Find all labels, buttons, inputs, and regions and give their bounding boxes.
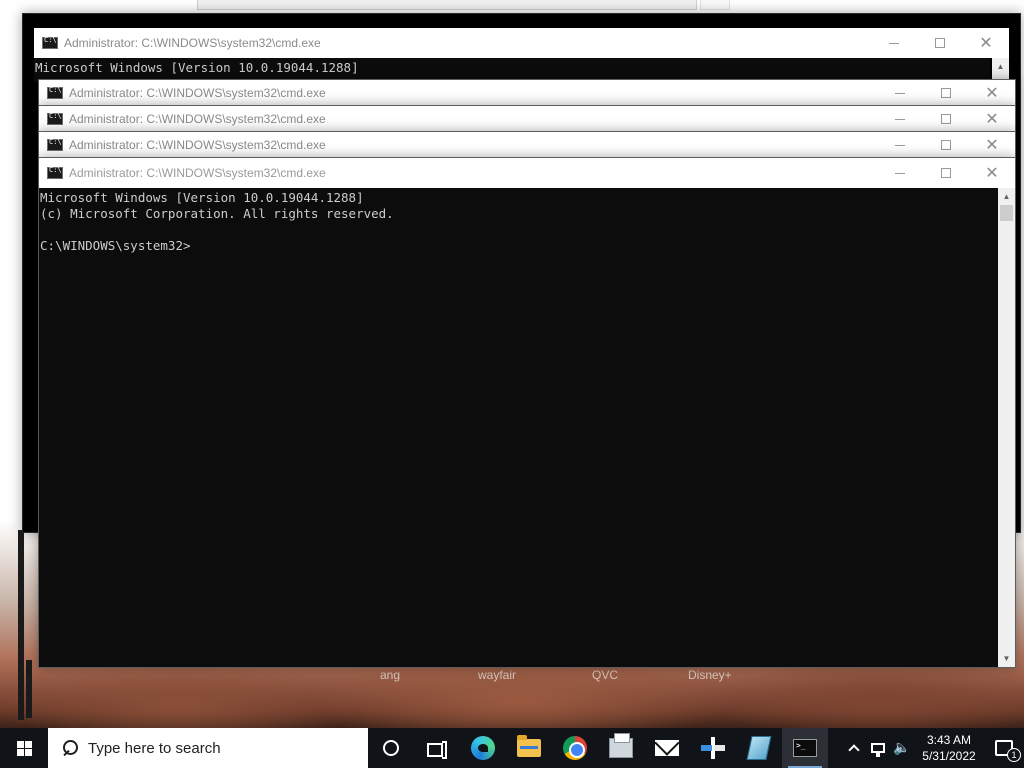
scroll-thumb[interactable] [1000,205,1013,221]
window-title: Administrator: C:\WINDOWS\system32\cmd.e… [64,36,321,50]
clock[interactable]: 3:43 AM 5/31/2022 [914,728,984,768]
search-placeholder: Type here to search [88,739,221,757]
printer-app-icon [609,733,633,758]
windows-logo-icon [16,740,32,756]
edge-button[interactable] [460,728,506,768]
notification-badge: 1 [1007,748,1021,762]
window-titlebar[interactable]: Administrator: C:\WINDOWS\system32\cmd.e… [39,106,1015,132]
taskbar: Type here to search 🔈 3:43 AM 5/31/2022 … [0,728,1024,768]
show-hidden-icons-button[interactable] [842,728,866,768]
desktop-label[interactable]: Disney+ [688,668,732,682]
console-line: Microsoft Windows [Version 10.0.19044.12… [35,60,359,75]
cmd-icon [47,166,63,179]
task-view-icon [427,741,447,759]
minimize-button[interactable] [877,132,923,158]
scroll-up-icon[interactable]: ▲ [998,188,1015,205]
file-explorer-button[interactable] [506,728,552,768]
window-titlebar[interactable]: Administrator: C:\WINDOWS\system32\cmd.e… [34,28,1009,58]
clock-time: 3:43 AM [926,733,972,747]
console-line: (c) Microsoft Corporation. All rights re… [40,206,394,221]
system-tray: 🔈 3:43 AM 5/31/2022 1 [842,728,1024,768]
action-center-button[interactable]: 1 [984,728,1024,768]
start-button[interactable] [0,728,48,768]
desktop-label[interactable]: ang [380,668,400,682]
notebook-app-button[interactable] [736,728,782,768]
volume-button[interactable]: 🔈 [890,728,914,768]
minimize-button[interactable] [871,28,917,58]
maximize-button[interactable] [923,158,969,188]
network-button[interactable] [866,728,890,768]
speaker-icon: 🔈 [893,740,911,756]
cmd-icon [47,138,63,151]
cmd-window-stacked[interactable]: Administrator: C:\WINDOWS\system32\cmd.e… [38,79,1016,106]
mail-icon [655,740,679,756]
stacked-window-edge [26,660,32,718]
close-button[interactable]: ✕ [963,28,1009,58]
maximize-button[interactable] [917,28,963,58]
minimize-button[interactable] [877,80,923,106]
background-window-edge [197,0,697,10]
chrome-button[interactable] [552,728,598,768]
desktop-label[interactable]: QVC [592,668,618,682]
edge-icon [471,736,495,760]
notebook-app-icon [746,736,772,760]
cmd-window-stacked[interactable]: Administrator: C:\WINDOWS\system32\cmd.e… [38,105,1016,132]
window-titlebar[interactable]: Administrator: C:\WINDOWS\system32\cmd.e… [39,158,1015,188]
window-title: Administrator: C:\WINDOWS\system32\cmd.e… [69,138,326,152]
cmd-icon [47,112,63,125]
command-prompt-icon [793,739,817,757]
window-titlebar[interactable]: Administrator: C:\WINDOWS\system32\cmd.e… [39,80,1015,106]
taskbar-search-box[interactable]: Type here to search [48,728,368,768]
background-window-strip [0,35,22,65]
clock-date: 5/31/2022 [922,749,976,763]
close-button[interactable]: ✕ [969,106,1015,132]
chrome-icon [563,736,587,760]
console-prompt: C:\WINDOWS\system32> [40,238,191,253]
minimize-button[interactable] [877,158,923,188]
mail-button[interactable] [644,728,690,768]
cmd-icon [42,36,58,49]
file-explorer-icon [517,735,541,757]
scroll-down-icon[interactable]: ▼ [998,650,1015,667]
cmd-window-front[interactable]: Administrator: C:\WINDOWS\system32\cmd.e… [38,157,1016,668]
desktop-label[interactable]: wayfair [478,668,516,682]
window-title: Administrator: C:\WINDOWS\system32\cmd.e… [69,86,326,100]
close-button[interactable]: ✕ [969,132,1015,158]
window-title: Administrator: C:\WINDOWS\system32\cmd.e… [69,166,326,180]
transfer-app-icon [701,737,725,759]
cortana-button[interactable] [368,728,414,768]
window-titlebar[interactable]: Administrator: C:\WINDOWS\system32\cmd.e… [39,132,1015,158]
transfer-app-button[interactable] [690,728,736,768]
close-button[interactable]: ✕ [969,80,1015,106]
search-icon [62,740,78,756]
chevron-up-icon [848,744,860,756]
stacked-window-edge [18,530,24,720]
scroll-up-icon[interactable]: ▲ [992,58,1009,75]
maximize-button[interactable] [923,106,969,132]
window-title: Administrator: C:\WINDOWS\system32\cmd.e… [69,112,326,126]
maximize-button[interactable] [923,132,969,158]
minimize-button[interactable] [877,106,923,132]
cmd-window-stacked[interactable]: Administrator: C:\WINDOWS\system32\cmd.e… [38,131,1016,158]
maximize-button[interactable] [923,80,969,106]
command-prompt-button[interactable] [782,728,828,768]
cmd-icon [47,86,63,99]
console-output[interactable]: Microsoft Windows [Version 10.0.19044.12… [39,188,998,667]
background-window-edge-2 [700,0,730,10]
cortana-icon [383,740,399,756]
vertical-scrollbar[interactable]: ▲ ▼ [998,188,1015,667]
close-button[interactable]: ✕ [969,158,1015,188]
console-line: Microsoft Windows [Version 10.0.19044.12… [40,190,364,205]
network-icon [871,743,885,757]
task-view-button[interactable] [414,728,460,768]
printer-app-button[interactable] [598,728,644,768]
